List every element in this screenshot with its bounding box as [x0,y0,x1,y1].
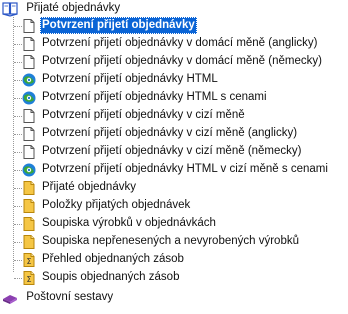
document-icon [21,36,37,52]
report-icon [21,180,37,196]
report-tree: Přijaté objednávky Potvrzení přijetí obj… [0,0,348,314]
tree-item[interactable]: Σ Soupis objednaných zásob [21,269,181,286]
tree-root-prijate-objednavky[interactable]: Přijaté objednávky [2,0,122,17]
tree-item[interactable]: Potvrzení přijetí objednávky HTML v cizí… [21,161,330,178]
tree-root-postovni-sestavy[interactable]: Poštovní sestavy [2,289,115,306]
report-icon [21,234,37,250]
document-icon [21,54,37,70]
browser-icon [21,72,37,88]
closed-book-icon [2,290,18,306]
sum-report-icon: Σ [21,270,37,286]
svg-text:Σ: Σ [26,257,31,266]
tree-connector-line [13,17,14,272]
report-icon [21,216,37,232]
tree-item[interactable]: Potvrzení přijetí objednávky HTML s cena… [21,89,269,106]
tree-item[interactable]: Potvrzení přijetí objednávky v cizí měně… [21,143,304,160]
tree-item[interactable]: Soupiska výrobků v objednávkách [21,215,218,232]
tree-root-label: Přijaté objednávky [26,2,121,14]
tree-item[interactable]: Potvrzení přijetí objednávky v domácí mě… [21,35,319,52]
svg-text:Σ: Σ [26,275,31,284]
tree-item-label: Položky přijatých objednávek [42,199,191,211]
tree-item[interactable]: Σ Přehled objednaných zásob [21,251,186,268]
tree-item[interactable]: Potvrzení přijetí objednávky v cizí měně… [21,125,299,142]
tree-item-label: Potvrzení přijetí objednávky v domácí mě… [42,55,322,67]
tree-item[interactable]: Potvrzení přijetí objednávky v domácí mě… [21,53,324,70]
tree-item[interactable]: Soupiska nepřenesených a nevyrobených vý… [21,233,301,250]
tree-item-label: Soupiska nepřenesených a nevyrobených vý… [42,235,299,247]
tree-item-label: Potvrzení přijetí objednávky v cizí měně… [42,127,298,139]
document-icon [21,144,37,160]
tree-item-label: Přijaté objednávky [42,181,136,193]
open-book-icon [2,1,18,17]
tree-item-label: Potvrzení přijetí objednávky [40,17,197,34]
browser-icon [21,162,37,178]
tree-item[interactable]: Potvrzení přijetí objednávky v cizí měně [21,107,247,124]
tree-item-label: Potvrzení přijetí objednávky v cizí měně [42,109,245,121]
sum-report-icon: Σ [21,252,37,268]
tree-item-label: Soupiska výrobků v objednávkách [42,217,216,229]
tree-item[interactable]: Přijaté objednávky [21,179,138,196]
tree-item-label: Potvrzení přijetí objednávky HTML [42,73,218,85]
report-icon [21,198,37,214]
tree-item-label: Potvrzení přijetí objednávky v cizí měně… [42,145,302,157]
tree-item[interactable]: Položky přijatých objednávek [21,197,192,214]
tree-item-label: Potvrzení přijetí objednávky HTML s cena… [42,91,267,103]
tree-item-label: Přehled objednaných zásob [42,253,184,265]
tree-item-label: Potvrzení přijetí objednávky v domácí mě… [42,37,318,49]
document-icon [21,18,37,34]
tree-item-label: Potvrzení přijetí objednávky HTML v cizí… [42,163,328,175]
tree-item-label: Soupis objednaných zásob [42,271,180,283]
browser-icon [21,90,37,106]
tree-item[interactable]: Potvrzení přijetí objednávky [21,17,197,34]
tree-root-label: Poštovní sestavy [26,291,114,303]
document-icon [21,126,37,142]
tree-item[interactable]: Potvrzení přijetí objednávky HTML [21,71,220,88]
document-icon [21,108,37,124]
